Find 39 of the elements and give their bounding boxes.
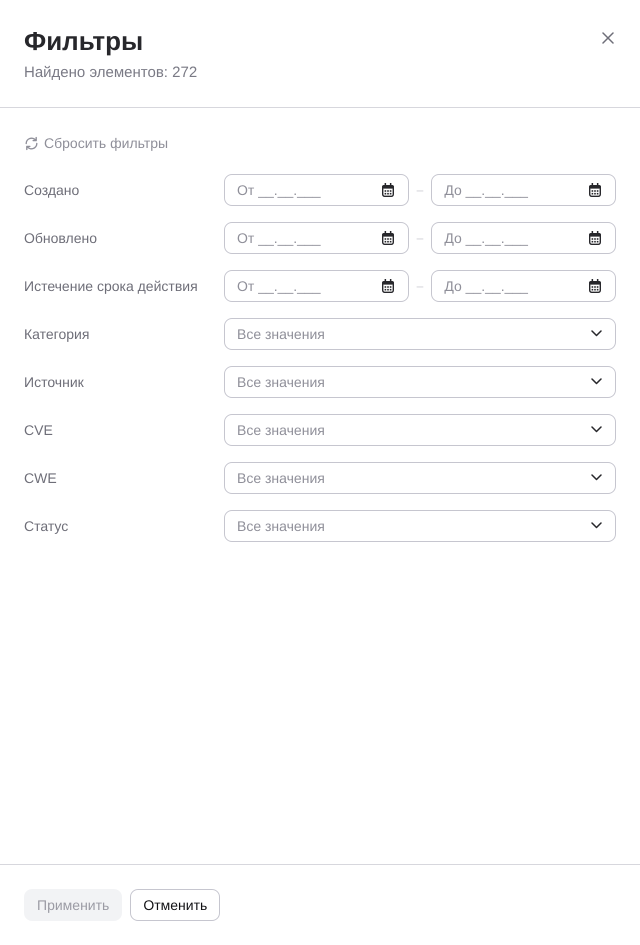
chevron-down-icon xyxy=(591,522,602,529)
dropdown-field[interactable]: Все значения xyxy=(224,366,616,398)
close-icon xyxy=(602,32,614,44)
range-dash: – xyxy=(416,182,424,198)
field-label: Истечение срока действия xyxy=(24,276,199,296)
dropdown-field[interactable]: Все значения xyxy=(224,462,616,494)
chevron-down-icon xyxy=(591,426,602,433)
panel-title: Фильтры xyxy=(24,25,144,58)
cancel-button[interactable]: Отменить xyxy=(130,889,220,921)
calendar-icon xyxy=(588,278,602,292)
dropdown-field[interactable]: Все значения xyxy=(224,510,616,542)
chevron-down-icon xyxy=(591,378,602,385)
field-label: Создано xyxy=(24,180,80,200)
date-field[interactable]: От __.__.___ xyxy=(224,222,409,254)
date-field[interactable]: До __.__.___ xyxy=(431,222,616,254)
calendar-icon xyxy=(588,182,602,196)
field-label: Обновлено xyxy=(24,228,98,248)
dropdown-field[interactable]: Все значения xyxy=(224,318,616,350)
calendar-icon xyxy=(588,230,602,244)
range-dash: – xyxy=(416,230,424,246)
calendar-icon xyxy=(380,278,395,292)
field-label: Категория xyxy=(24,324,90,344)
chevron-down-icon xyxy=(591,474,602,481)
field-label: CVE xyxy=(24,420,54,440)
calendar-icon xyxy=(380,230,395,244)
date-field[interactable]: До __.__.___ xyxy=(431,270,616,302)
calendar-icon xyxy=(380,182,395,196)
field-label: Статус xyxy=(24,516,70,536)
range-dash: – xyxy=(416,278,424,294)
dropdown-field[interactable]: Все значения xyxy=(224,414,616,446)
field-label: Источник xyxy=(24,372,85,392)
results-count: Найдено элементов: 272 xyxy=(24,63,198,83)
chevron-down-icon xyxy=(591,330,602,337)
date-field[interactable]: От __.__.___ xyxy=(224,174,409,206)
field-label: CWE xyxy=(24,468,58,488)
reset-filters-button[interactable]: Сбросить фильтры xyxy=(24,133,168,153)
date-field[interactable]: От __.__.___ xyxy=(224,270,409,302)
date-field[interactable]: До __.__.___ xyxy=(431,174,616,206)
refresh-icon xyxy=(24,136,39,150)
